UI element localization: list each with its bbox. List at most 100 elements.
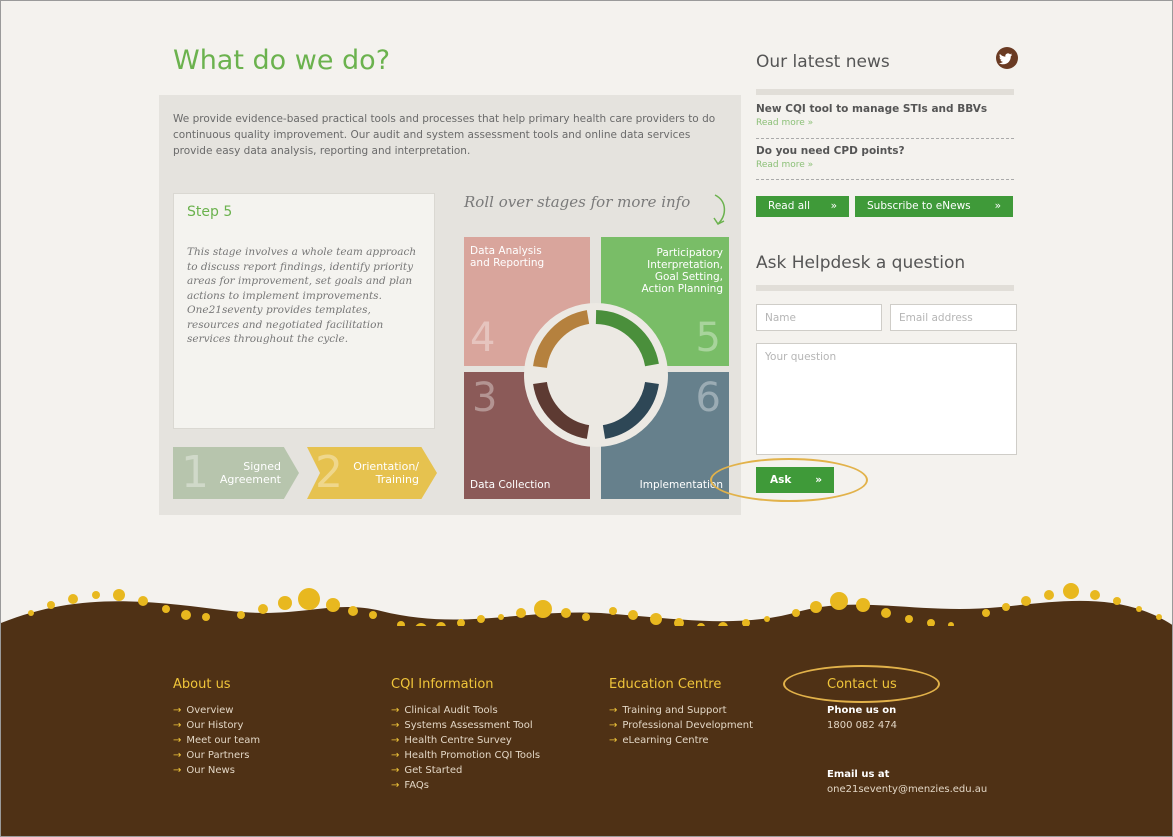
arrow-right-icon: → bbox=[391, 735, 400, 746]
footer-link[interactable]: → Our Partners bbox=[173, 748, 260, 763]
footer-link-label: Professional Development bbox=[622, 720, 753, 731]
page-title: What do we do? bbox=[173, 45, 391, 76]
highlight-ring bbox=[710, 458, 868, 502]
read-more-link[interactable]: Read more » bbox=[756, 116, 1014, 130]
footer-link[interactable]: → Systems Assessment Tool bbox=[391, 718, 540, 733]
step-description: This stage involves a whole team approac… bbox=[187, 246, 417, 345]
rollover-hint: Roll over stages for more info bbox=[464, 193, 691, 211]
intro-text: We provide evidence-based practical tool… bbox=[173, 113, 716, 157]
news-heading: Our latest news bbox=[756, 52, 890, 72]
stage-label-line: Goal Setting, bbox=[654, 271, 723, 283]
arrow-right-icon: → bbox=[391, 765, 400, 776]
stage-number: 6 bbox=[695, 375, 721, 421]
stage-label: Participatory Interpretation, Goal Setti… bbox=[642, 247, 723, 295]
news-item-title[interactable]: New CQI tool to manage STIs and BBVs bbox=[756, 103, 1014, 116]
curved-arrow-icon bbox=[713, 194, 726, 225]
footer-link[interactable]: → Professional Development bbox=[609, 718, 753, 733]
footer-link-label: Our News bbox=[186, 765, 235, 776]
footer-link-label: Our Partners bbox=[186, 750, 250, 761]
stage-label: Data Analysis and Reporting bbox=[470, 245, 544, 269]
page: What do we do? We provide evidence-based… bbox=[0, 0, 1173, 837]
footer-link-label: Clinical Audit Tools bbox=[404, 705, 498, 716]
double-chevron-icon: » bbox=[830, 200, 837, 212]
stage-number: 1 bbox=[181, 447, 209, 498]
arrow-right-icon: → bbox=[391, 720, 400, 731]
footer-link-label: FAQs bbox=[404, 780, 429, 791]
stage-label: Orientation/ Training bbox=[353, 460, 419, 486]
footer-link-label: Overview bbox=[186, 705, 234, 716]
arrow-right-icon: → bbox=[173, 705, 182, 716]
arrow-right-icon: → bbox=[173, 765, 182, 776]
footer-link-label: Our History bbox=[186, 720, 244, 731]
footer-link[interactable]: → Training and Support bbox=[609, 703, 753, 718]
footer-heading[interactable]: About us bbox=[173, 677, 260, 692]
footer-education-column: Education Centre → Training and Support →… bbox=[609, 677, 753, 748]
footer-link[interactable]: → Meet our team bbox=[173, 733, 260, 748]
stage-label-line: Orientation/ bbox=[353, 460, 419, 473]
divider bbox=[756, 285, 1014, 291]
arrow-right-icon: → bbox=[173, 735, 182, 746]
button-label: Read all bbox=[768, 200, 810, 212]
button-label: Subscribe to eNews bbox=[867, 200, 971, 212]
read-all-button[interactable]: Read all » bbox=[756, 196, 849, 217]
phone-label: Phone us on bbox=[827, 705, 897, 716]
footer-link[interactable]: → Health Centre Survey bbox=[391, 733, 540, 748]
step-title: Step 5 bbox=[187, 204, 233, 220]
footer-link[interactable]: → Get Started bbox=[391, 763, 540, 778]
footer-link-label: Training and Support bbox=[622, 705, 727, 716]
bird-icon bbox=[999, 53, 1012, 65]
subscribe-enews-button[interactable]: Subscribe to eNews » bbox=[855, 196, 1013, 217]
email-label: Email us at bbox=[827, 769, 890, 780]
stage-label-line: Training bbox=[375, 473, 419, 486]
arrow-right-icon: → bbox=[173, 750, 182, 761]
footer-link-label: Health Centre Survey bbox=[404, 735, 512, 746]
footer-link[interactable]: → FAQs bbox=[391, 778, 540, 793]
stage-label-line: Data Analysis bbox=[470, 245, 542, 257]
stage-label-line: Interpretation, bbox=[647, 259, 723, 271]
stage-2-orientation-training[interactable]: 2 Orientation/ Training bbox=[307, 447, 437, 499]
divider bbox=[756, 89, 1014, 95]
news-item[interactable]: New CQI tool to manage STIs and BBVs Rea… bbox=[756, 103, 1014, 139]
read-more-link[interactable]: Read more » bbox=[756, 158, 1014, 172]
cycle-ring-graphic bbox=[524, 303, 668, 447]
stage-label-line: Agreement bbox=[219, 473, 281, 486]
stage-label-line: Participatory bbox=[656, 247, 723, 259]
arrow-right-icon: → bbox=[173, 720, 182, 731]
stage-number: 5 bbox=[695, 315, 721, 361]
email-field[interactable]: Email address bbox=[890, 304, 1017, 331]
email-link[interactable]: one21seventy@menzies.edu.au bbox=[827, 782, 987, 797]
arrow-right-icon: → bbox=[391, 750, 400, 761]
footer-heading[interactable]: Education Centre bbox=[609, 677, 753, 692]
stage-1-signed-agreement[interactable]: 1 Signed Agreement bbox=[173, 447, 299, 499]
footer-link[interactable]: → Clinical Audit Tools bbox=[391, 703, 540, 718]
stage-label: Signed Agreement bbox=[220, 460, 281, 486]
phone-number[interactable]: 1800 082 474 bbox=[827, 718, 987, 733]
footer-link-label: Get Started bbox=[404, 765, 463, 776]
footer-heading[interactable]: CQI Information bbox=[391, 677, 540, 692]
arrow-right-icon: → bbox=[609, 735, 618, 746]
footer-about-column: About us → Overview → Our History → Meet ou… bbox=[173, 677, 260, 778]
stage-number: 4 bbox=[470, 315, 496, 361]
question-textarea[interactable]: Your question bbox=[756, 343, 1017, 455]
highlight-ring bbox=[783, 665, 940, 703]
arrow-right-icon: → bbox=[609, 720, 618, 731]
stage-label-line: Action Planning bbox=[641, 283, 723, 295]
footer-link[interactable]: → Overview bbox=[173, 703, 260, 718]
arrow-right-icon: → bbox=[391, 780, 400, 791]
footer-link[interactable]: → Our News bbox=[173, 763, 260, 778]
stage-label-line: Signed bbox=[243, 460, 281, 473]
news-item-title[interactable]: Do you need CPD points? bbox=[756, 145, 1014, 158]
footer-link-label: Health Promotion CQI Tools bbox=[404, 750, 541, 761]
footer-link-label: eLearning Centre bbox=[622, 735, 709, 746]
footer-link[interactable]: → Health Promotion CQI Tools bbox=[391, 748, 540, 763]
footer-cqi-column: CQI Information → Clinical Audit Tools → S… bbox=[391, 677, 540, 793]
footer-link[interactable]: → eLearning Centre bbox=[609, 733, 753, 748]
stage-number: 3 bbox=[472, 375, 498, 421]
news-item[interactable]: Do you need CPD points? Read more » bbox=[756, 145, 1014, 180]
name-field[interactable]: Name bbox=[756, 304, 882, 331]
stage-label-line: and Reporting bbox=[470, 257, 545, 269]
footer-link[interactable]: → Our History bbox=[173, 718, 260, 733]
twitter-icon[interactable] bbox=[996, 47, 1018, 69]
arrow-right-icon: → bbox=[609, 705, 618, 716]
